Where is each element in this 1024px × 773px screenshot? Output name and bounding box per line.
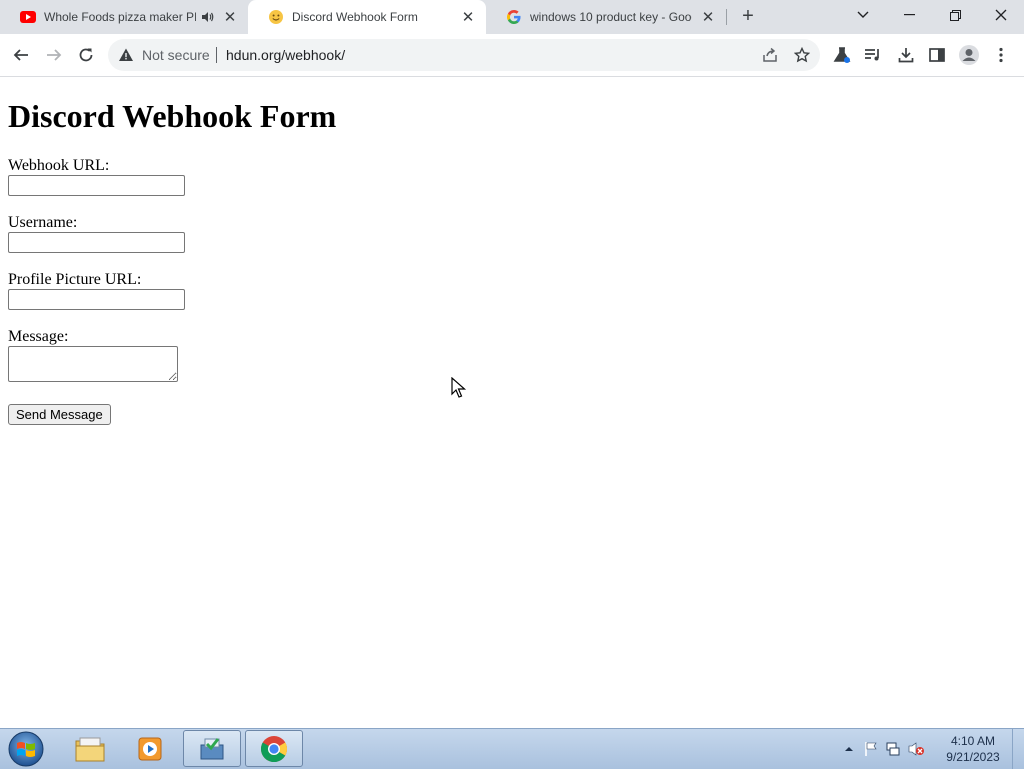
- playlist-icon: [865, 49, 879, 61]
- message-textarea[interactable]: [8, 346, 178, 382]
- back-button[interactable]: [6, 40, 36, 70]
- taskbar-file-explorer[interactable]: [61, 730, 119, 767]
- download-icon: [898, 48, 914, 63]
- close-tab-icon[interactable]: ✕: [222, 9, 238, 26]
- minimize-button[interactable]: [886, 0, 932, 30]
- address-bar[interactable]: Not secure hdun.org/webhook/: [108, 39, 820, 71]
- tab-title: Discord Webhook Form: [292, 10, 418, 24]
- omnibox-divider: [216, 47, 217, 63]
- close-window-button[interactable]: [978, 0, 1024, 30]
- reload-icon: [79, 48, 93, 62]
- taskbar-installer[interactable]: [183, 730, 241, 767]
- windows-orb-icon: [8, 731, 44, 767]
- close-icon: [995, 9, 1007, 21]
- warning-icon[interactable]: [118, 47, 134, 63]
- page-title: Discord Webhook Form: [8, 98, 337, 134]
- tab-strip: Whole Foods pizza maker PI ✕ Discord Web…: [0, 0, 1024, 34]
- tab-google-search[interactable]: windows 10 product key - Goog ✕: [486, 0, 726, 34]
- tab-discord-webhook[interactable]: Discord Webhook Form ✕: [248, 0, 486, 34]
- reload-button[interactable]: [71, 40, 101, 70]
- restore-button[interactable]: [932, 0, 978, 30]
- installer-icon: [200, 737, 224, 759]
- downloads-button[interactable]: [891, 40, 921, 70]
- side-panel-icon: [929, 48, 945, 62]
- reading-list-button[interactable]: [858, 40, 888, 70]
- tab-title: windows 10 product key - Goog: [530, 10, 692, 24]
- browser-toolbar: Not secure hdun.org/webhook/: [0, 34, 1024, 77]
- profile-button[interactable]: [954, 40, 984, 70]
- file-explorer-icon: [75, 737, 105, 761]
- volume-muted-icon[interactable]: [907, 741, 925, 757]
- smiley-icon: [268, 9, 284, 25]
- more-vert-icon: [999, 47, 1003, 63]
- clock-time: 4:10 AM: [950, 734, 996, 748]
- profile-avatar-icon: [959, 45, 979, 65]
- google-icon: [506, 9, 522, 25]
- forward-button[interactable]: [39, 40, 69, 70]
- tab-separator: [726, 9, 727, 25]
- action-center-flag-icon[interactable]: [863, 741, 879, 757]
- url-text[interactable]: hdun.org/webhook/: [226, 47, 345, 63]
- flask-icon: [833, 47, 851, 63]
- start-button[interactable]: [6, 730, 46, 768]
- new-tab-button[interactable]: +: [737, 5, 759, 27]
- username-label: Username:: [8, 214, 78, 231]
- side-panel-button[interactable]: [922, 40, 952, 70]
- taskbar-chrome[interactable]: [245, 730, 303, 767]
- page-content: Discord Webhook Form Webhook URL: Userna…: [0, 77, 1024, 727]
- labs-button[interactable]: [827, 40, 857, 70]
- close-tab-icon[interactable]: ✕: [700, 9, 716, 26]
- security-label[interactable]: Not secure: [142, 47, 210, 63]
- chevron-down-icon: [857, 11, 869, 18]
- restore-icon: [949, 9, 961, 21]
- profile-picture-url-label: Profile Picture URL:: [8, 271, 142, 288]
- windows-taskbar: 4:10 AM 9/21/2023: [0, 728, 1024, 769]
- share-icon[interactable]: [760, 45, 780, 65]
- system-tray: [843, 729, 925, 769]
- chrome-icon: [260, 735, 288, 762]
- message-label: Message:: [8, 328, 69, 345]
- menu-button[interactable]: [986, 40, 1016, 70]
- clock-date: 9/21/2023: [946, 750, 1000, 764]
- tab-title: Whole Foods pizza maker PI: [44, 10, 196, 24]
- bookmark-star-icon[interactable]: [792, 45, 812, 65]
- youtube-icon: [20, 9, 36, 25]
- close-tab-icon[interactable]: ✕: [460, 9, 476, 26]
- show-hidden-icons-icon[interactable]: [843, 744, 855, 754]
- taskbar-media-player[interactable]: [121, 730, 179, 767]
- tab-youtube[interactable]: Whole Foods pizza maker PI ✕: [0, 0, 248, 34]
- profile-picture-url-input[interactable]: [8, 289, 185, 310]
- taskbar-clock[interactable]: 4:10 AM 9/21/2023: [938, 733, 1008, 765]
- tab-search-button[interactable]: [840, 0, 886, 30]
- minimize-icon: [903, 14, 915, 16]
- webhook-url-input[interactable]: [8, 175, 185, 196]
- arrow-right-icon: [47, 49, 62, 61]
- show-desktop-button[interactable]: [1012, 729, 1024, 769]
- arrow-left-icon: [13, 49, 28, 61]
- username-input[interactable]: [8, 232, 185, 253]
- media-player-icon: [138, 737, 162, 760]
- network-icon[interactable]: [885, 741, 901, 757]
- send-message-button[interactable]: Send Message: [8, 404, 111, 425]
- mouse-cursor-icon: [451, 377, 467, 398]
- webhook-url-label: Webhook URL:: [8, 157, 110, 174]
- speaker-icon[interactable]: [200, 10, 214, 24]
